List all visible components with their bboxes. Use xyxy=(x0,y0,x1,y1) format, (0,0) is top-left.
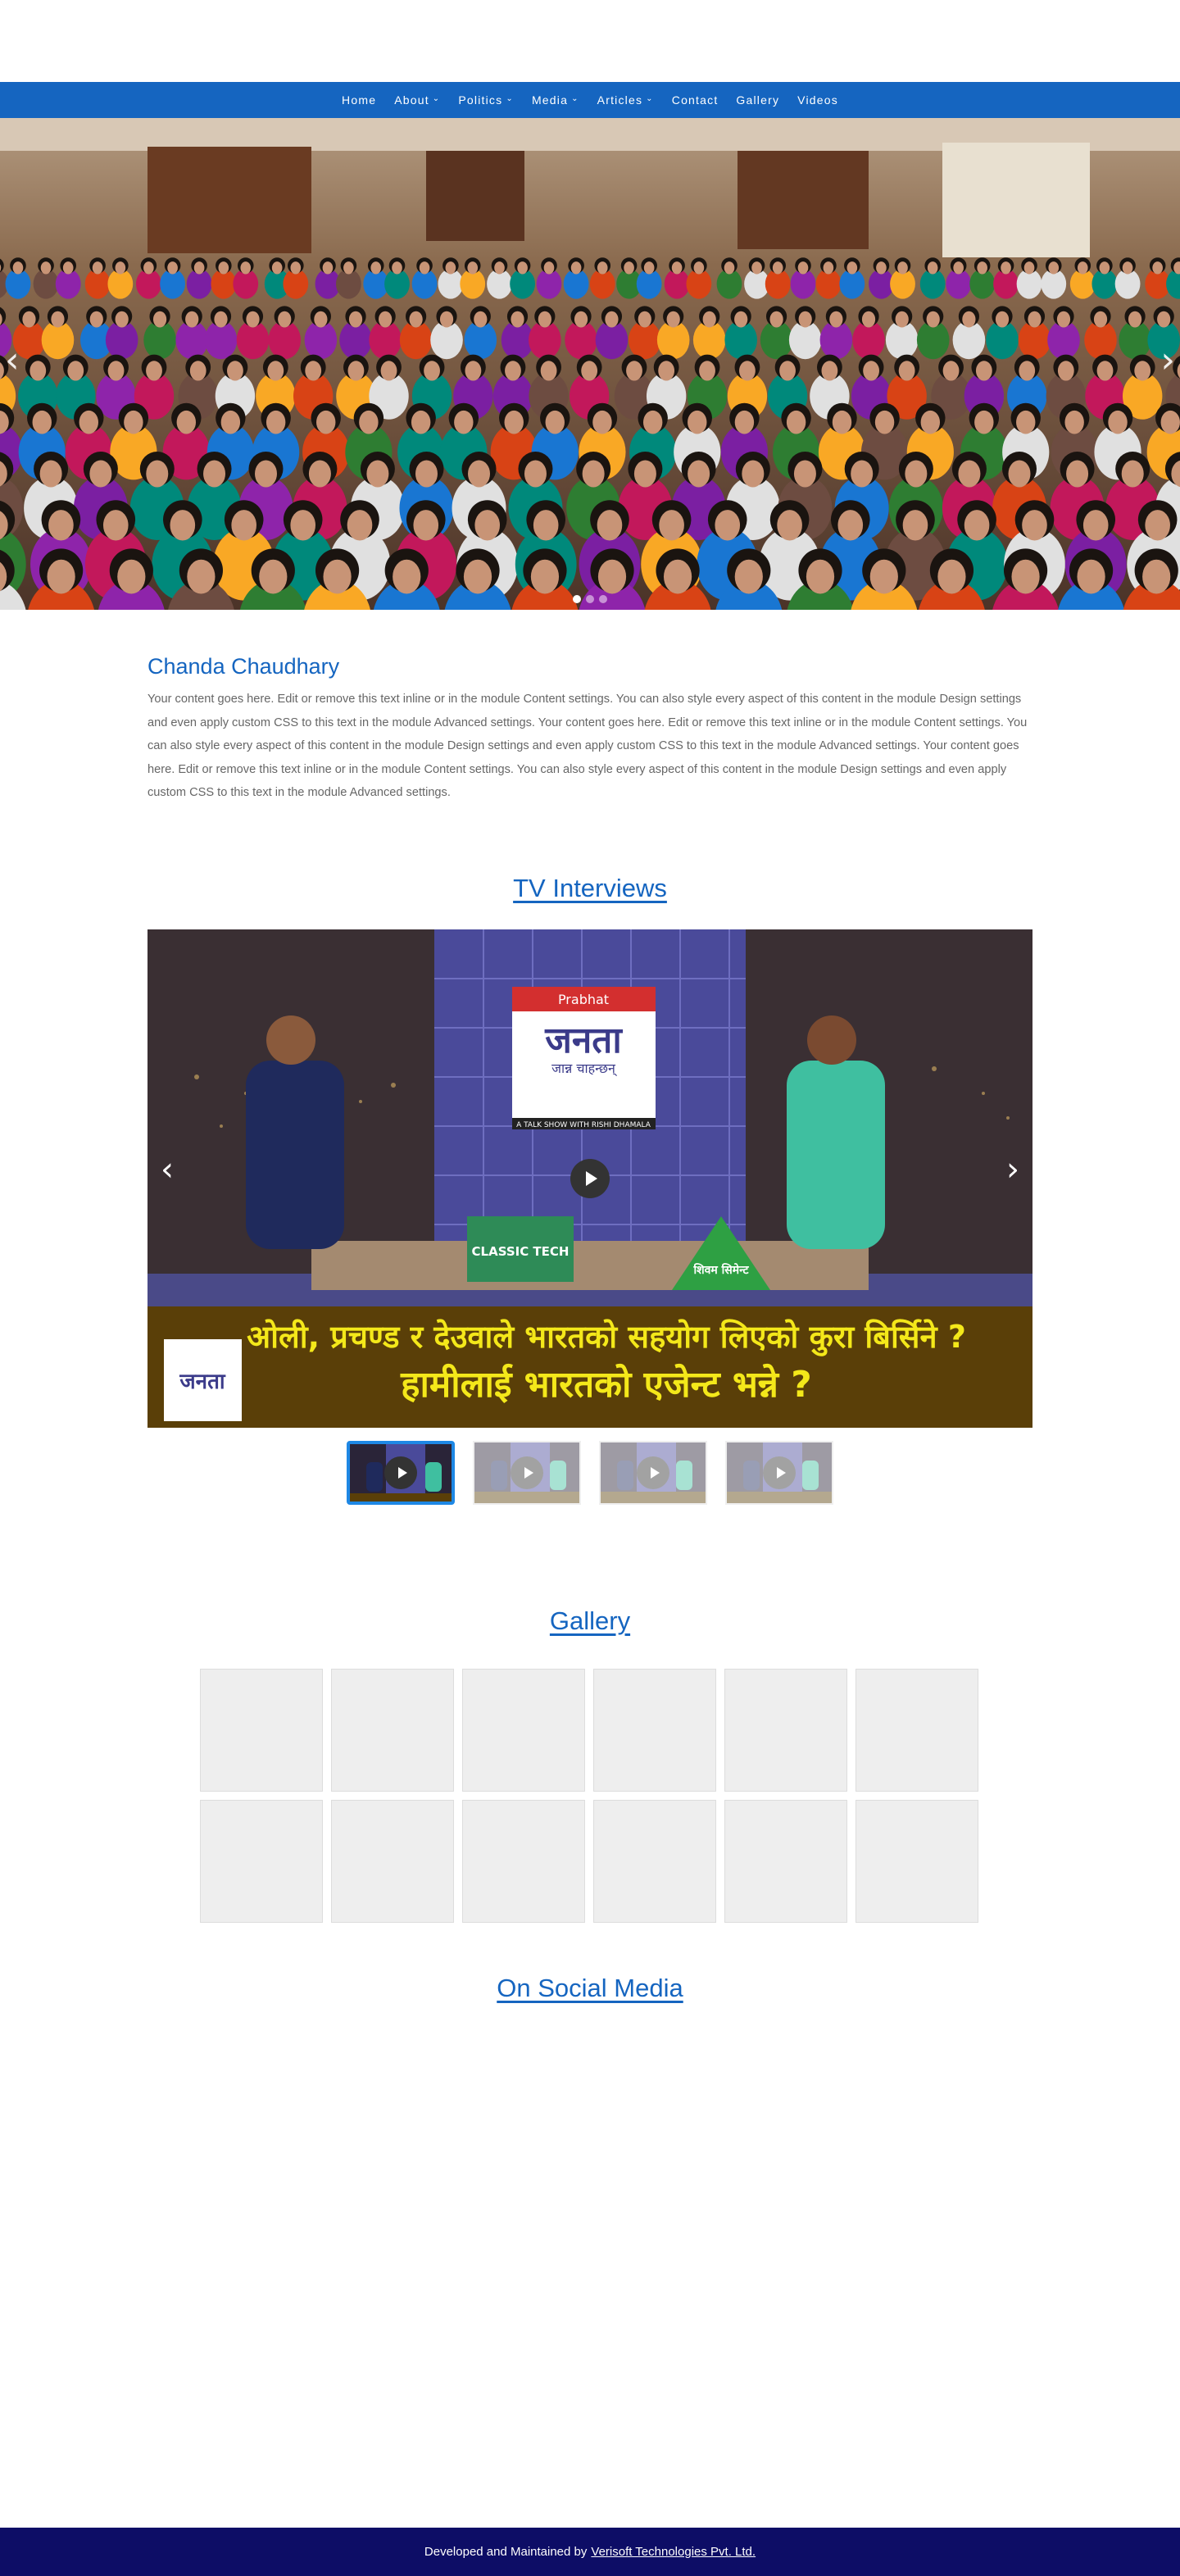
hero-next-arrow[interactable]: › xyxy=(1160,339,1175,381)
slider-dot[interactable] xyxy=(573,595,581,603)
gallery-tile[interactable] xyxy=(856,1800,978,1923)
hero-image xyxy=(0,118,1180,610)
nav-item-label: Gallery xyxy=(736,93,780,107)
footer-text: Developed and Maintained by xyxy=(424,2545,588,2559)
chevron-down-icon: ⌄ xyxy=(432,93,441,103)
slider-dot[interactable] xyxy=(599,595,607,603)
video-player[interactable]: Prabhat जनता जान्न चाहन्छन् A TALK SHOW … xyxy=(148,929,1032,1428)
chevron-down-icon: ⌄ xyxy=(646,93,654,103)
video-thumbnail[interactable] xyxy=(725,1441,833,1505)
nav-item-label: Politics xyxy=(458,93,503,107)
show-tagline: A TALK SHOW WITH RISHI DHAMALA xyxy=(516,1121,651,1129)
gallery-tile[interactable] xyxy=(724,1669,847,1792)
gallery-tile[interactable] xyxy=(593,1800,716,1923)
video-next-arrow[interactable]: › xyxy=(1006,1151,1019,1188)
nav-item-media[interactable]: Media ⌄ xyxy=(532,93,579,107)
gallery-tile[interactable] xyxy=(593,1669,716,1792)
gallery-tile[interactable] xyxy=(331,1800,454,1923)
play-icon xyxy=(511,1456,543,1489)
nav-item-label: About xyxy=(394,93,429,107)
video-thumbnails xyxy=(0,1441,1180,1505)
footer-link[interactable]: Verisoft Technologies Pvt. Ltd. xyxy=(591,2545,756,2559)
video-prev-arrow[interactable]: ‹ xyxy=(161,1151,174,1188)
nav-item-contact[interactable]: Contact xyxy=(672,93,719,107)
slider-dot[interactable] xyxy=(586,595,594,603)
corner-show-name: जनता xyxy=(179,1370,226,1394)
play-button[interactable] xyxy=(570,1159,610,1198)
about-section: Chanda Chaudhary Your content goes here.… xyxy=(148,654,1032,805)
nav-item-about[interactable]: About ⌄ xyxy=(394,93,440,107)
show-subtitle: जान्न चाहन्छन् xyxy=(551,1061,618,1077)
video-caption-line-2: हामीलाई भारतको एजेन्ट भन्ने ? xyxy=(400,1363,812,1406)
gallery-tile[interactable] xyxy=(724,1800,847,1923)
nav-item-politics[interactable]: Politics ⌄ xyxy=(458,93,514,107)
nav-item-label: Videos xyxy=(797,93,838,107)
play-icon xyxy=(637,1456,669,1489)
video-caption-line-1: ओली, प्रचण्ड र देउवाले भारतको सहयोग लिएक… xyxy=(247,1319,966,1356)
video-thumbnail[interactable] xyxy=(599,1441,707,1505)
gallery-grid xyxy=(200,1669,980,1923)
gallery-tile[interactable] xyxy=(200,1800,323,1923)
gallery-tile[interactable] xyxy=(462,1669,585,1792)
hero-slider: ‹ › xyxy=(0,118,1180,610)
main-nav: Home About ⌄ Politics ⌄ Media ⌄ Articles ⌄ Contac… xyxy=(0,82,1180,118)
gallery-tile[interactable] xyxy=(856,1669,978,1792)
gallery-tile[interactable] xyxy=(331,1669,454,1792)
footer: Developed and Maintained by Verisoft Tec… xyxy=(0,2528,1180,2576)
about-body: Your content goes here. Edit or remove t… xyxy=(148,693,1028,799)
gallery-tile[interactable] xyxy=(200,1669,323,1792)
show-name: जनता xyxy=(544,1020,623,1061)
nav-item-articles[interactable]: Articles ⌄ xyxy=(597,93,654,107)
social-media-title[interactable]: On Social Media xyxy=(0,1974,1180,2003)
nav-item-home[interactable]: Home xyxy=(342,93,376,107)
hero-prev-arrow[interactable]: ‹ xyxy=(5,339,20,381)
nav-item-label: Home xyxy=(342,93,377,107)
tv-interviews-title[interactable]: TV Interviews xyxy=(0,874,1180,903)
nav-item-videos[interactable]: Videos xyxy=(797,93,838,107)
chevron-down-icon: ⌄ xyxy=(571,93,579,103)
play-icon xyxy=(763,1456,796,1489)
nav-item-gallery[interactable]: Gallery xyxy=(736,93,779,107)
play-icon xyxy=(384,1456,417,1489)
about-title: Chanda Chaudhary xyxy=(148,654,340,679)
chevron-down-icon: ⌄ xyxy=(506,93,514,103)
sponsor-shivam: शिवम सिमेन्ट xyxy=(692,1263,749,1277)
gallery-title[interactable]: Gallery xyxy=(0,1606,1180,1636)
nav-item-label: Media xyxy=(531,93,569,107)
show-logo: Prabhat xyxy=(558,992,609,1007)
nav-item-label: Contact xyxy=(671,93,719,107)
nav-item-label: Articles xyxy=(597,93,643,107)
video-thumbnail[interactable] xyxy=(473,1441,581,1505)
sponsor-classic-tech: CLASSIC TECH xyxy=(472,1244,570,1259)
gallery-tile[interactable] xyxy=(462,1800,585,1923)
top-whitespace xyxy=(0,0,1180,82)
slider-dots xyxy=(0,595,1180,603)
video-thumbnail[interactable] xyxy=(347,1441,455,1505)
